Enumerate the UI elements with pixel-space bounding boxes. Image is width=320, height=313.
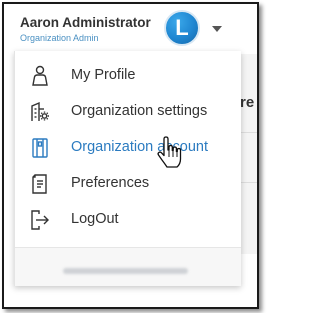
menu-item-my-profile[interactable]: My Profile xyxy=(15,58,241,94)
background-page xyxy=(240,54,257,254)
menu-item-preferences[interactable]: Preferences xyxy=(15,166,241,202)
user-dropdown-menu: My Profile Organization settings Organiz… xyxy=(14,51,241,286)
document-list-icon xyxy=(29,173,51,195)
book-icon xyxy=(29,137,51,159)
menu-item-label: My Profile xyxy=(71,67,136,83)
menu-item-label: Preferences xyxy=(71,175,150,191)
hand-pointer-icon xyxy=(156,136,184,170)
building-gear-icon xyxy=(29,101,51,123)
menu-item-organization-account[interactable]: Organization account xyxy=(15,130,241,166)
menu-item-label: LogOut xyxy=(71,211,119,227)
menu-footer xyxy=(15,248,241,286)
screenshot-frame: re Aaron Administrator Organization Admi… xyxy=(2,2,259,309)
menu-item-label: Organization account xyxy=(71,139,209,155)
user-menu-header[interactable]: Aaron Administrator Organization Admin L xyxy=(4,4,240,51)
background-heading-fragment: re xyxy=(240,94,255,111)
avatar[interactable]: L xyxy=(164,10,200,46)
menu-item-label: Organization settings xyxy=(71,103,208,119)
user-role: Organization Admin xyxy=(20,33,99,43)
background-divider xyxy=(240,182,257,183)
user-name: Aaron Administrator xyxy=(20,15,151,30)
blurred-footer-text xyxy=(63,268,188,274)
menu-item-organization-settings[interactable]: Organization settings xyxy=(15,94,241,130)
menu-item-logout[interactable]: LogOut xyxy=(15,202,241,238)
person-icon xyxy=(29,65,51,87)
caret-down-icon[interactable] xyxy=(210,23,224,35)
logout-icon xyxy=(29,209,51,231)
background-divider xyxy=(240,132,257,133)
avatar-letter: L xyxy=(175,15,189,40)
